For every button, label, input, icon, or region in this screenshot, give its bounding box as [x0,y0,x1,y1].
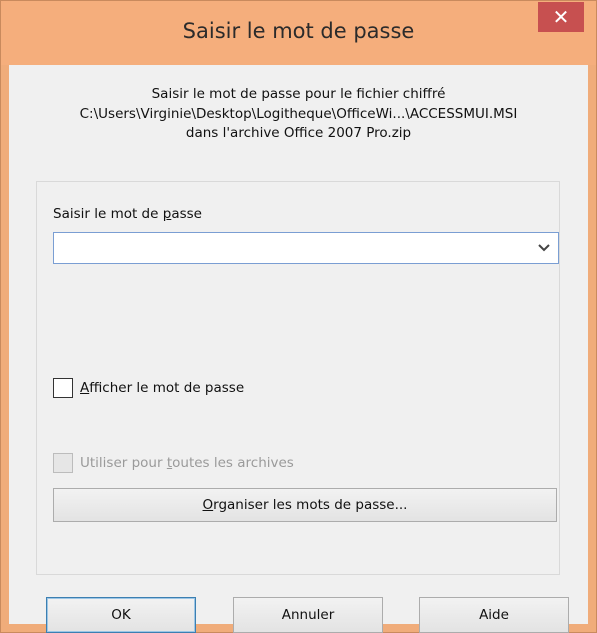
show-password-label: Afficher le mot de passe [80,380,245,396]
archive-name: dans l'archive Office 2007 Pro.zip [185,125,412,141]
password-combobox[interactable] [53,232,559,264]
title-bar[interactable]: Saisir le mot de passe ✕ [1,1,596,65]
description-line-1: Saisir le mot de passe pour le fichier c… [151,86,446,102]
close-icon: ✕ [552,5,570,29]
help-button[interactable]: Aide [419,597,569,633]
close-button[interactable]: ✕ [538,2,584,32]
password-input[interactable] [56,235,530,263]
dialog-body: Saisir le mot de passe pour le fichier c… [9,65,588,633]
chevron-down-icon[interactable] [534,233,554,263]
password-dialog: Saisir le mot de passe ✕ Saisir le mot d… [0,0,597,633]
show-password-checkbox[interactable] [53,378,73,398]
password-label: Saisir le mot de passe [53,206,202,222]
password-group: Saisir le mot de passe Afficher le mot d… [36,181,560,575]
use-for-all-archives-label: Utiliser pour toutes les archives [80,455,294,471]
use-for-all-archives-option: Utiliser pour toutes les archives [53,453,294,473]
cancel-button[interactable]: Annuler [233,597,383,633]
manage-passwords-button[interactable]: Organiser les mots de passe... [53,488,557,522]
file-path: C:\Users\Virginie\Desktop\Logitheque\Off… [79,105,518,122]
ok-button[interactable]: OK [46,597,196,633]
manage-passwords-label: Organiser les mots de passe... [202,497,408,513]
description: Saisir le mot de passe pour le fichier c… [9,85,588,144]
use-for-all-archives-checkbox [53,453,73,473]
window-title: Saisir le mot de passe [182,19,415,43]
show-password-option[interactable]: Afficher le mot de passe [53,378,244,398]
